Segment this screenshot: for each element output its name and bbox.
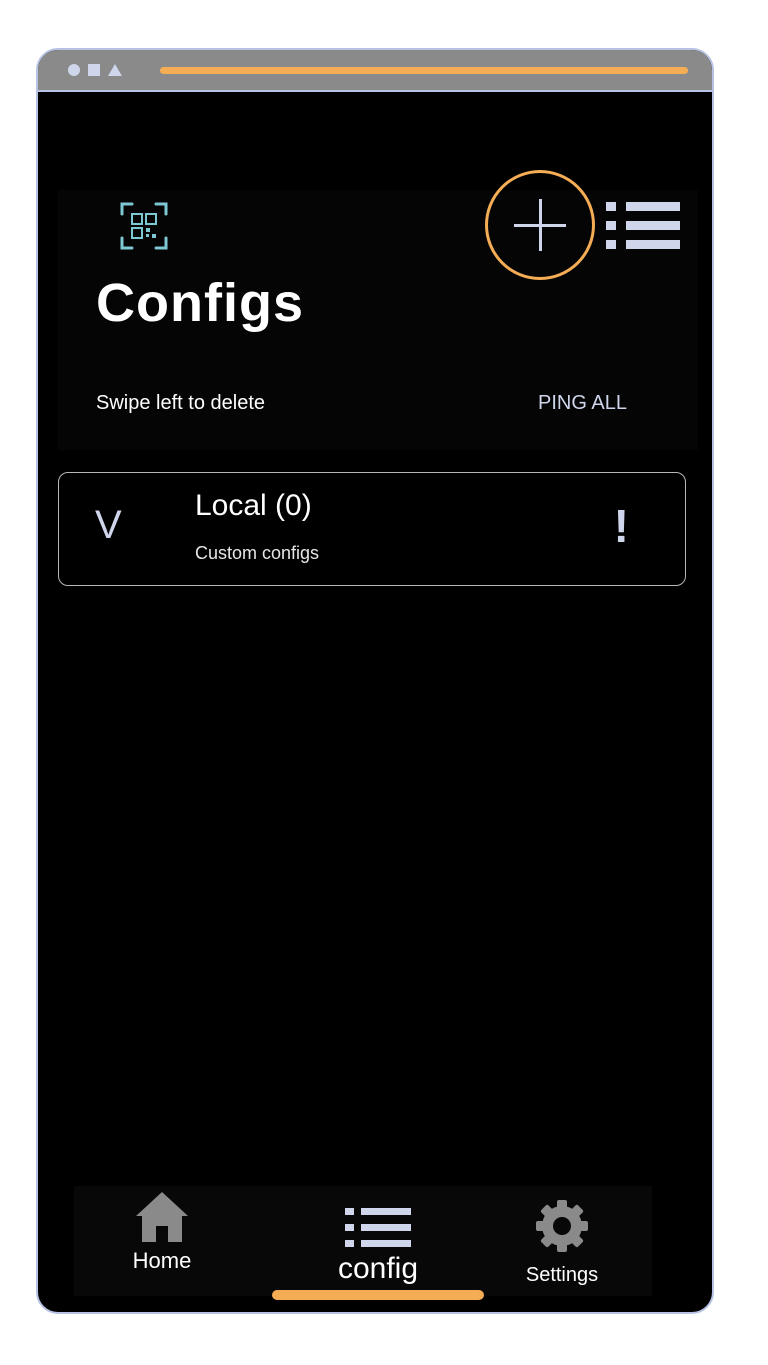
circle-icon [68, 64, 80, 76]
nav-label-config: config [337, 1252, 419, 1285]
nav-item-config[interactable]: config [308, 1186, 448, 1296]
config-group-subtitle: Custom configs [195, 543, 320, 563]
bottom-nav: Home config Settings [74, 1186, 652, 1296]
add-config-button[interactable] [485, 170, 595, 280]
nav-item-settings[interactable]: Settings [492, 1186, 632, 1296]
home-icon [136, 1192, 188, 1242]
gear-icon [536, 1200, 588, 1252]
phone-frame: Configs Swipe left to delete PING ALL V … [36, 48, 714, 1314]
triangle-icon [108, 64, 122, 76]
swipe-hint: Swipe left to delete [96, 392, 265, 414]
status-progress-bar [160, 67, 688, 74]
config-group-title: Local (0) [195, 489, 312, 522]
status-bar [38, 50, 712, 92]
qr-code-icon[interactable] [118, 200, 170, 252]
nav-label-home: Home [132, 1248, 192, 1273]
chevron-down-icon[interactable]: V [95, 505, 122, 545]
config-group-card[interactable]: V Local (0) Custom configs ! [58, 472, 686, 586]
edge-tab [38, 116, 50, 192]
alert-icon[interactable]: ! [614, 503, 629, 549]
nav-item-home[interactable]: Home [92, 1186, 232, 1296]
square-icon [88, 64, 100, 76]
nav-label-settings: Settings [525, 1264, 599, 1286]
page-title: Configs [96, 273, 304, 333]
status-icons [68, 64, 122, 76]
active-tab-indicator [272, 1290, 484, 1300]
list-icon [345, 1208, 411, 1247]
ping-all-button[interactable]: PING ALL [538, 392, 627, 415]
list-icon[interactable] [606, 200, 680, 252]
